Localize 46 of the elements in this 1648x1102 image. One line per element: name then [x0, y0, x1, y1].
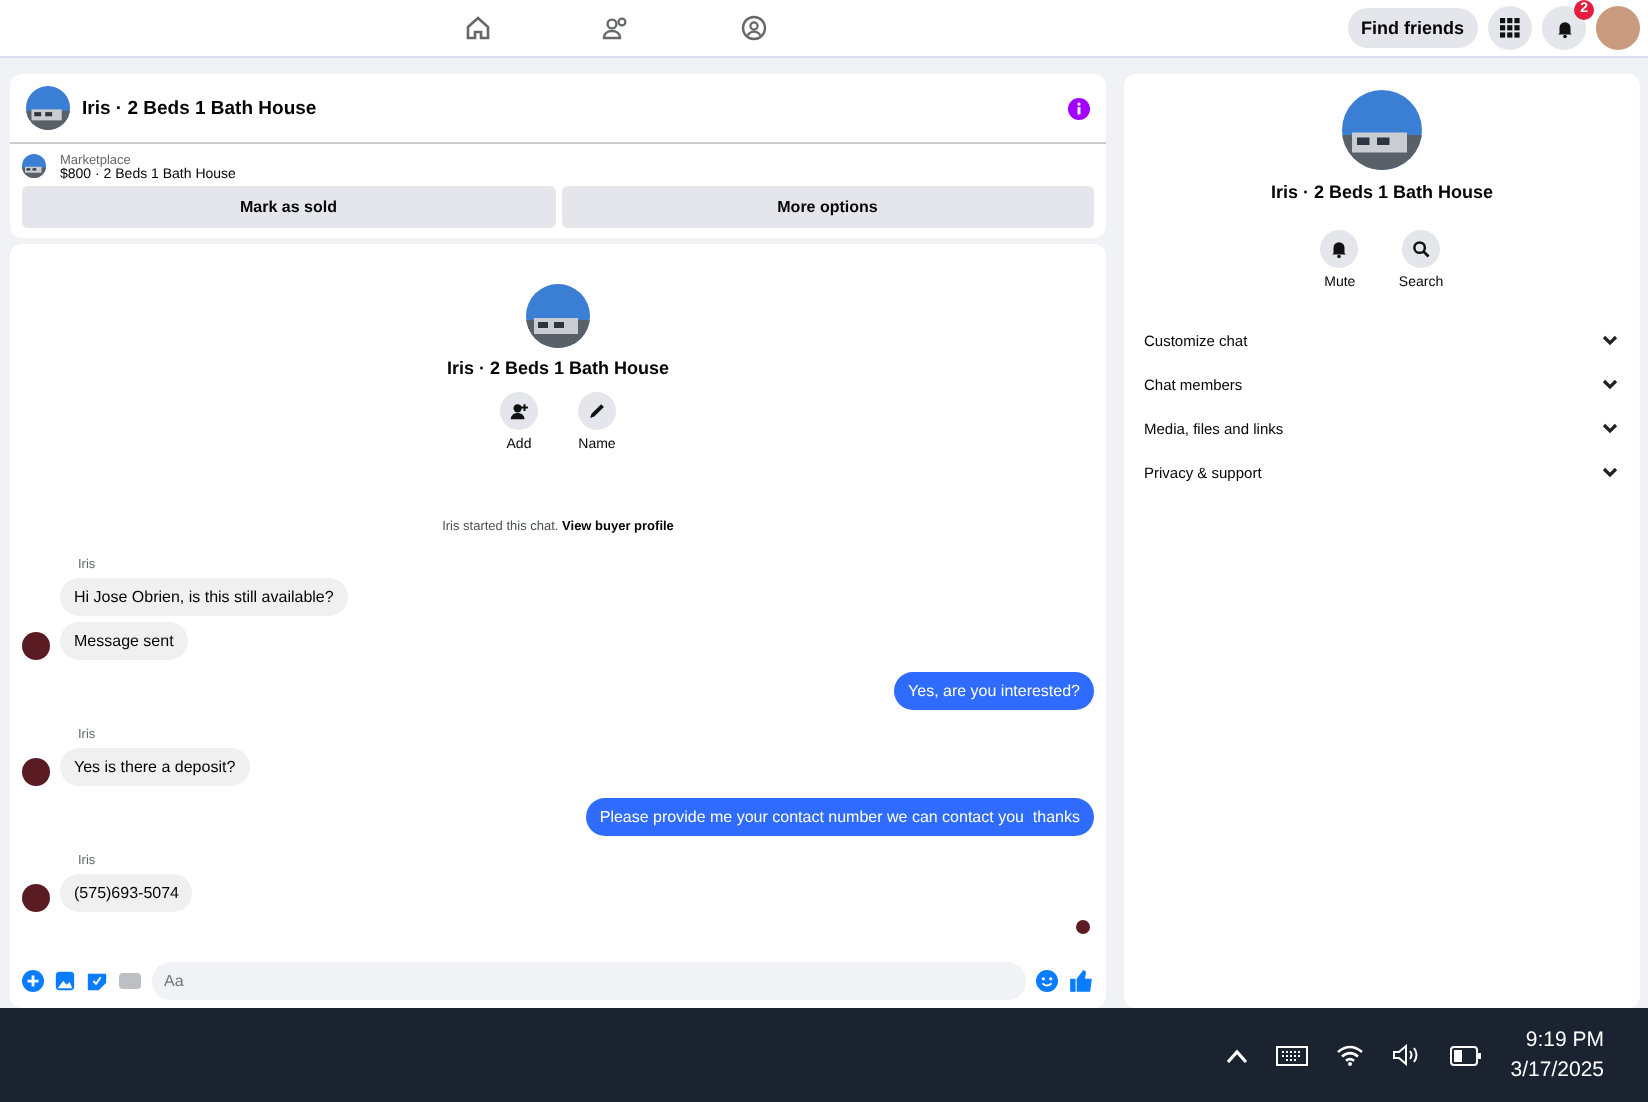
image-icon[interactable]	[54, 970, 76, 992]
listing-title: Iris · 2 Beds 1 Bath House	[82, 97, 319, 119]
sticker-icon[interactable]	[86, 970, 108, 992]
battery-icon[interactable]	[1450, 1045, 1483, 1065]
chevron-down-icon	[1600, 418, 1620, 438]
find-friends-button[interactable]: Find friends	[1347, 8, 1478, 48]
pencil-icon	[590, 404, 604, 418]
emoji-icon[interactable]	[1036, 970, 1058, 992]
bell-icon	[1557, 21, 1571, 38]
menu-button[interactable]	[1488, 6, 1532, 50]
clock-date: 3/17/2025	[1510, 1058, 1604, 1082]
info-icon[interactable]	[1068, 97, 1090, 119]
seen-avatar	[1076, 920, 1090, 934]
chevron-down-icon	[1600, 330, 1620, 350]
search-icon	[1413, 241, 1430, 258]
bell-icon	[1332, 242, 1347, 259]
chevron-up-icon[interactable]	[1226, 1047, 1249, 1063]
listing-action-button[interactable]: Mark as sold	[22, 186, 555, 228]
outgoing-message: Please provide me your contact number we can contact you thanks	[585, 798, 1094, 836]
chat-title: Iris · 2 Beds 1 Bath House	[446, 358, 670, 378]
chevron-down-icon	[1600, 462, 1620, 482]
details-title: Iris · 2 Beds 1 Bath House	[1270, 182, 1494, 202]
notifications-button[interactable]	[1542, 6, 1586, 50]
incoming-message: Message sent	[60, 622, 188, 660]
house-photo-avatar	[22, 154, 46, 178]
speaker-icon[interactable]	[1392, 1044, 1423, 1066]
wifi-icon[interactable]	[1336, 1044, 1365, 1066]
house-photo-avatar	[26, 86, 70, 130]
incoming-message: Yes is there a deposit?	[60, 748, 250, 786]
message-input[interactable]: Aa	[152, 962, 1026, 1000]
chevron-down-icon	[1600, 374, 1620, 394]
add-person-icon	[510, 403, 529, 420]
incoming-message: Hi Jose Obrien, is this still available?	[60, 578, 348, 616]
keyboard-icon[interactable]	[1276, 1045, 1309, 1065]
groups-icon[interactable]	[740, 14, 768, 42]
thumbs-up-icon[interactable]	[1068, 968, 1094, 994]
incoming-message: (575)693-5074	[60, 874, 193, 912]
friends-icon[interactable]	[602, 14, 630, 42]
home-icon[interactable]	[464, 14, 492, 42]
outgoing-message: Yes, are you interested?	[894, 672, 1094, 710]
grid-icon	[1500, 18, 1520, 38]
plus-icon[interactable]	[22, 970, 44, 992]
house-photo-avatar	[526, 284, 590, 348]
clock-time: 9:19 PM	[1525, 1028, 1604, 1052]
house-photo-avatar	[1342, 90, 1422, 170]
listing-action-button[interactable]: More options	[561, 186, 1094, 228]
